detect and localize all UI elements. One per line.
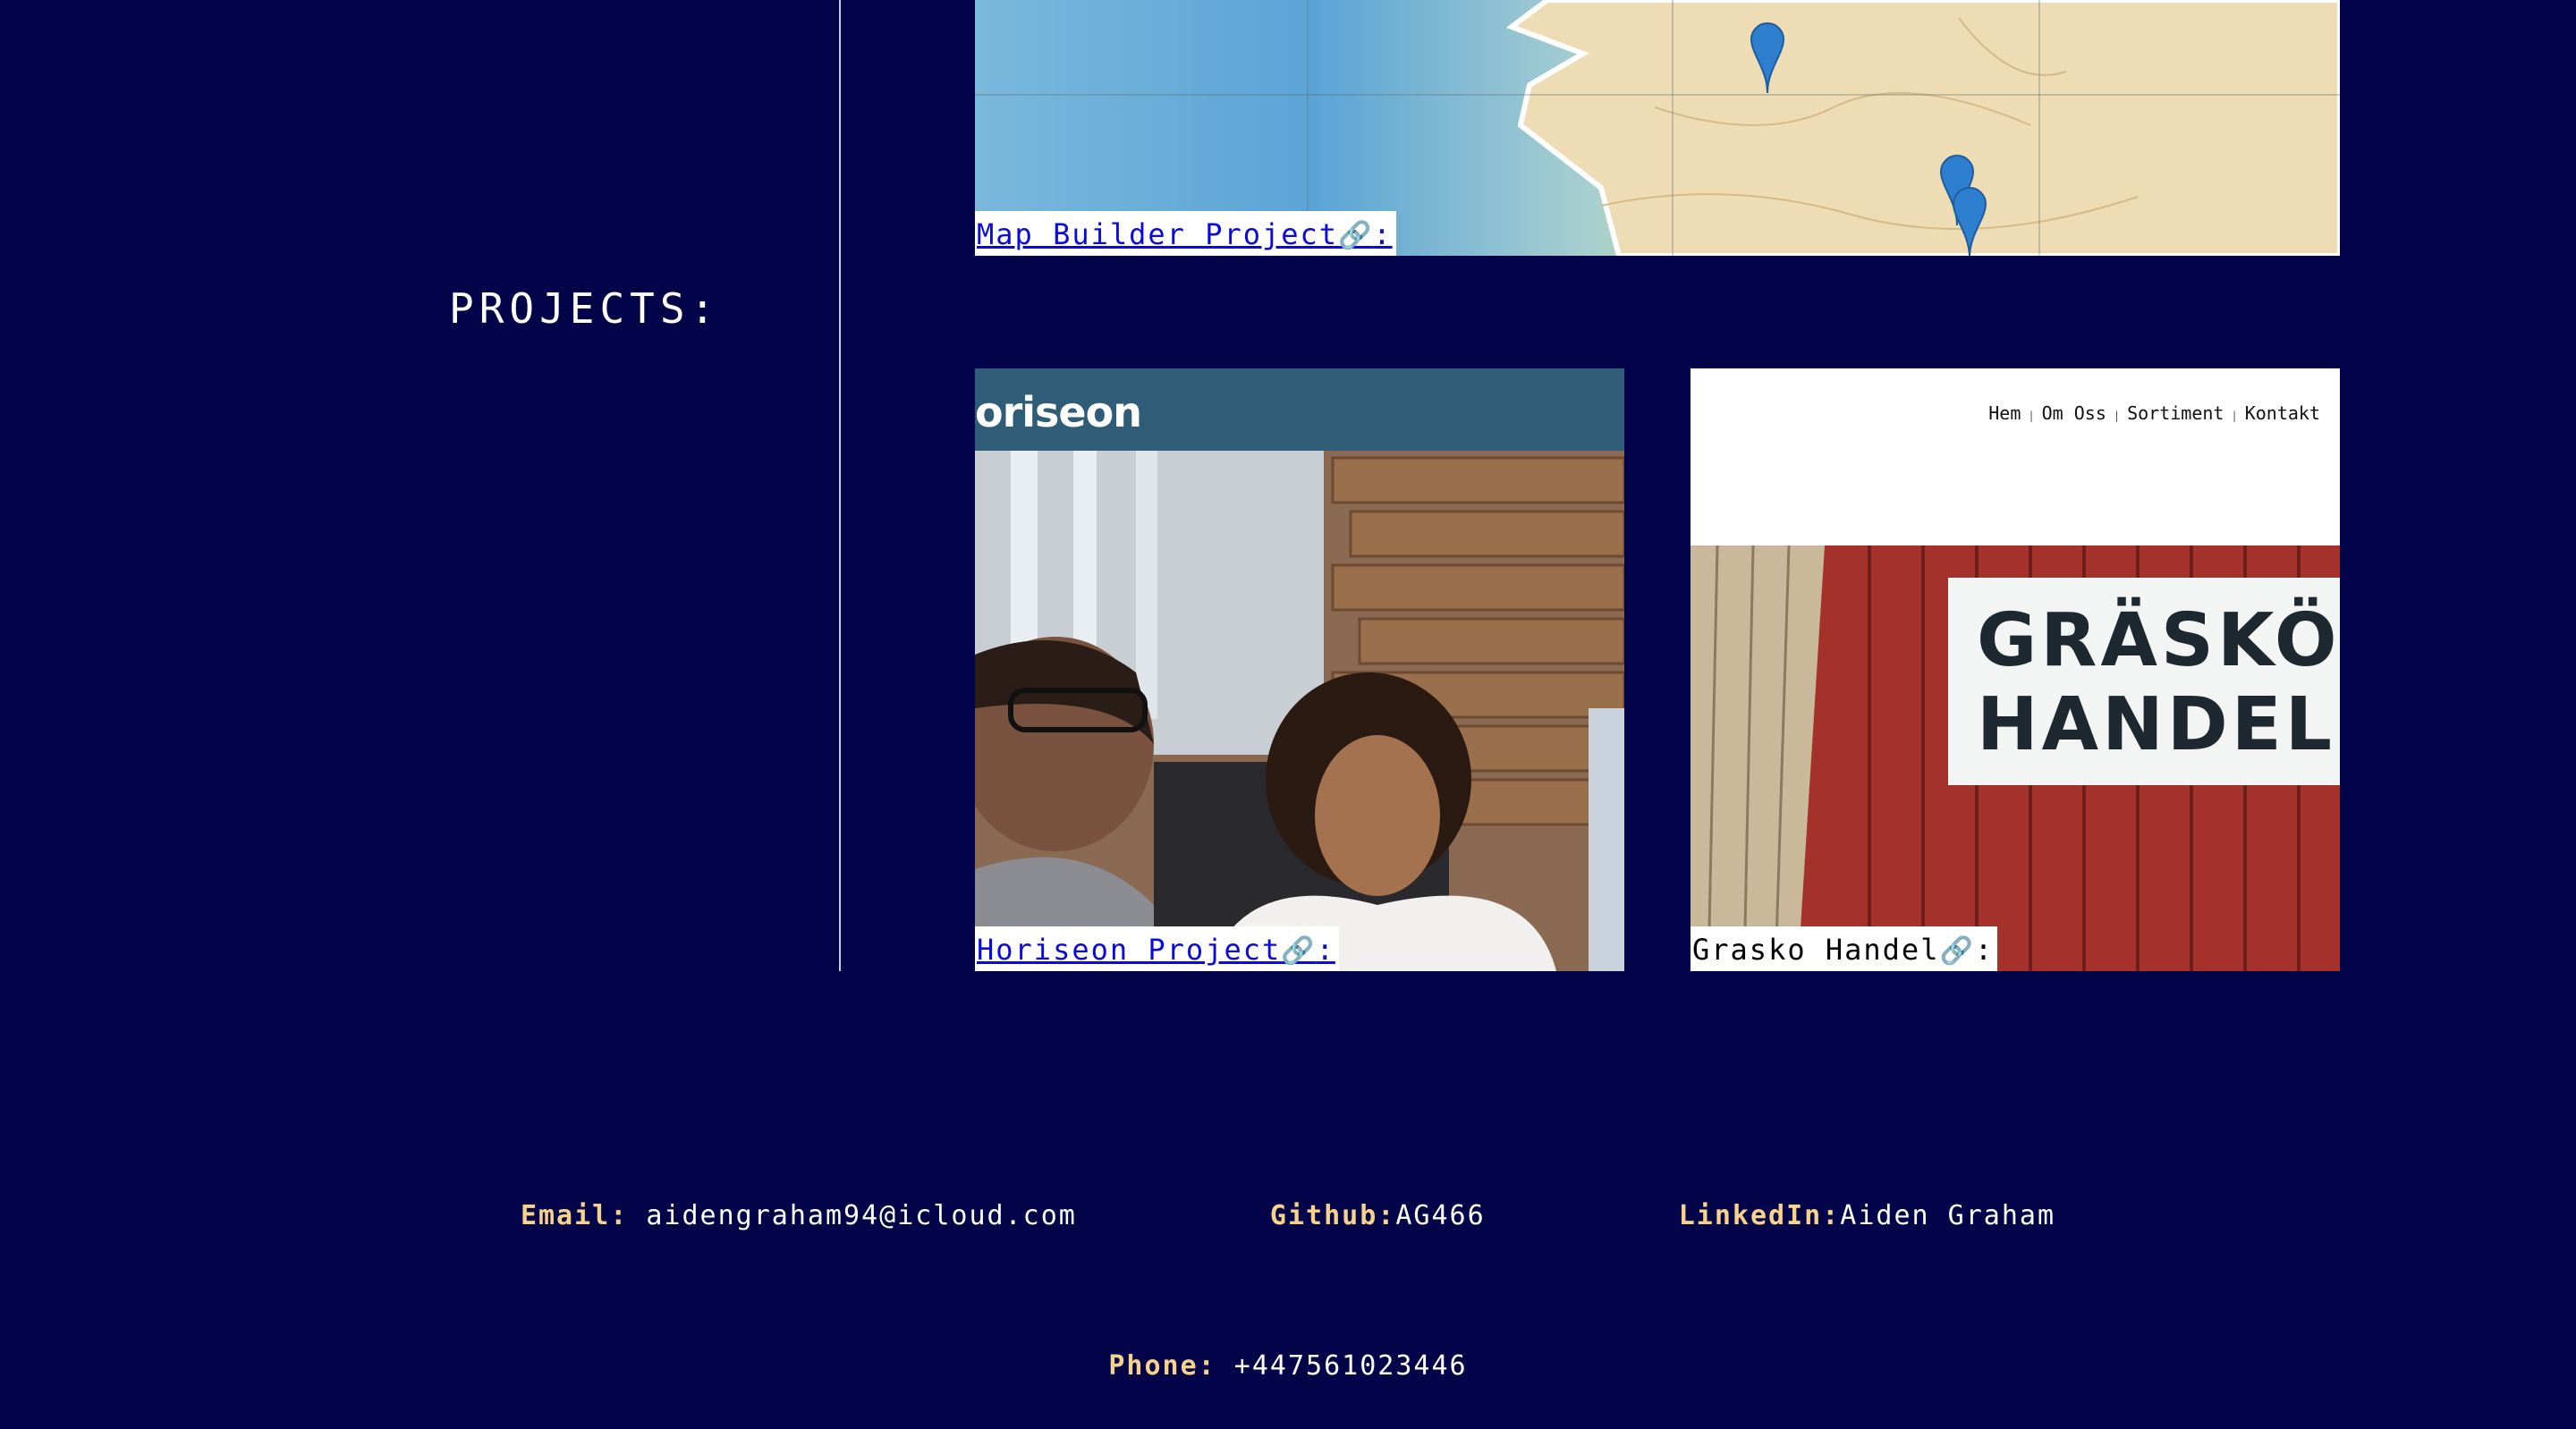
grasko-handel-project-link[interactable]: Grasko Handel🔗:: [1690, 926, 1998, 971]
email-label: Email:: [520, 1200, 629, 1231]
linkedin-value[interactable]: Aiden Graham: [1840, 1200, 2055, 1231]
grasko-mini-nav: Hem | Om Oss | Sortiment | Kontakt: [1988, 402, 2320, 424]
caption-suffix: :: [1316, 933, 1335, 967]
link-icon: 🔗: [1939, 935, 1975, 967]
nav-separator: |: [2231, 410, 2238, 422]
project-title: Map Builder Project: [977, 217, 1339, 251]
contact-github[interactable]: Github:AG466: [1270, 1200, 1486, 1231]
email-value[interactable]: aidengraham94@icloud.com: [628, 1200, 1077, 1231]
nav-separator: |: [2028, 410, 2035, 422]
project-title: Grasko Handel: [1692, 933, 1940, 967]
project-card-horiseon[interactable]: oriseon Horiseon Project🔗:: [975, 368, 1624, 971]
sign-line-2: HANDEL: [1977, 682, 2336, 767]
link-icon: 🔗: [1281, 935, 1317, 967]
vertical-divider: [839, 0, 841, 971]
phone-value[interactable]: +447561023446: [1216, 1350, 1468, 1382]
link-icon: 🔗: [1338, 220, 1374, 251]
horiseon-brand-logo: oriseon: [975, 388, 1142, 436]
github-value[interactable]: AG466: [1395, 1200, 1485, 1231]
contact-linkedin[interactable]: LinkedIn:Aiden Graham: [1679, 1200, 2055, 1231]
mini-nav-item-sortiment: Sortiment: [2127, 402, 2224, 424]
contact-row-phone: Phone: +447561023446: [0, 1350, 2576, 1382]
caption-suffix: :: [1974, 933, 1995, 967]
github-label: Github:: [1269, 1200, 1396, 1231]
mini-nav-item-kontakt: Kontakt: [2244, 402, 2320, 424]
portfolio-page: PROJECTS: Map Builder Project🔗: oriseon …: [0, 0, 2576, 1429]
caption-suffix: :: [1373, 217, 1393, 251]
mini-nav-item-hem: Hem: [1988, 402, 2021, 424]
project-card-grasko-handel[interactable]: GRÄSKÖ HANDEL Hem | Om Oss | Sortiment | Konta…: [1690, 368, 2340, 971]
horiseon-screenshot-image: [975, 368, 1624, 971]
nav-separator: |: [2113, 410, 2121, 422]
project-title: Horiseon Project: [977, 933, 1282, 967]
contact-row: Email: aidengraham94@icloud.com Github:A…: [0, 1200, 2576, 1231]
sign-line-1: GRÄSKÖ: [1977, 598, 2340, 683]
grasko-sign: GRÄSKÖ HANDEL: [1977, 599, 2340, 767]
contact-phone[interactable]: Phone: +447561023446: [1108, 1350, 1467, 1382]
map-builder-project-link[interactable]: Map Builder Project🔗:: [975, 211, 1396, 256]
linkedin-label: LinkedIn:: [1678, 1200, 1841, 1231]
project-card-map-builder[interactable]: Map Builder Project🔗:: [975, 0, 2340, 256]
contact-email[interactable]: Email: aidengraham94@icloud.com: [521, 1200, 1077, 1231]
mini-nav-item-om-oss: Om Oss: [2041, 402, 2106, 424]
projects-heading: PROJECTS:: [449, 284, 721, 333]
phone-label: Phone:: [1108, 1350, 1216, 1382]
horiseon-project-link[interactable]: Horiseon Project🔗:: [975, 926, 1339, 971]
